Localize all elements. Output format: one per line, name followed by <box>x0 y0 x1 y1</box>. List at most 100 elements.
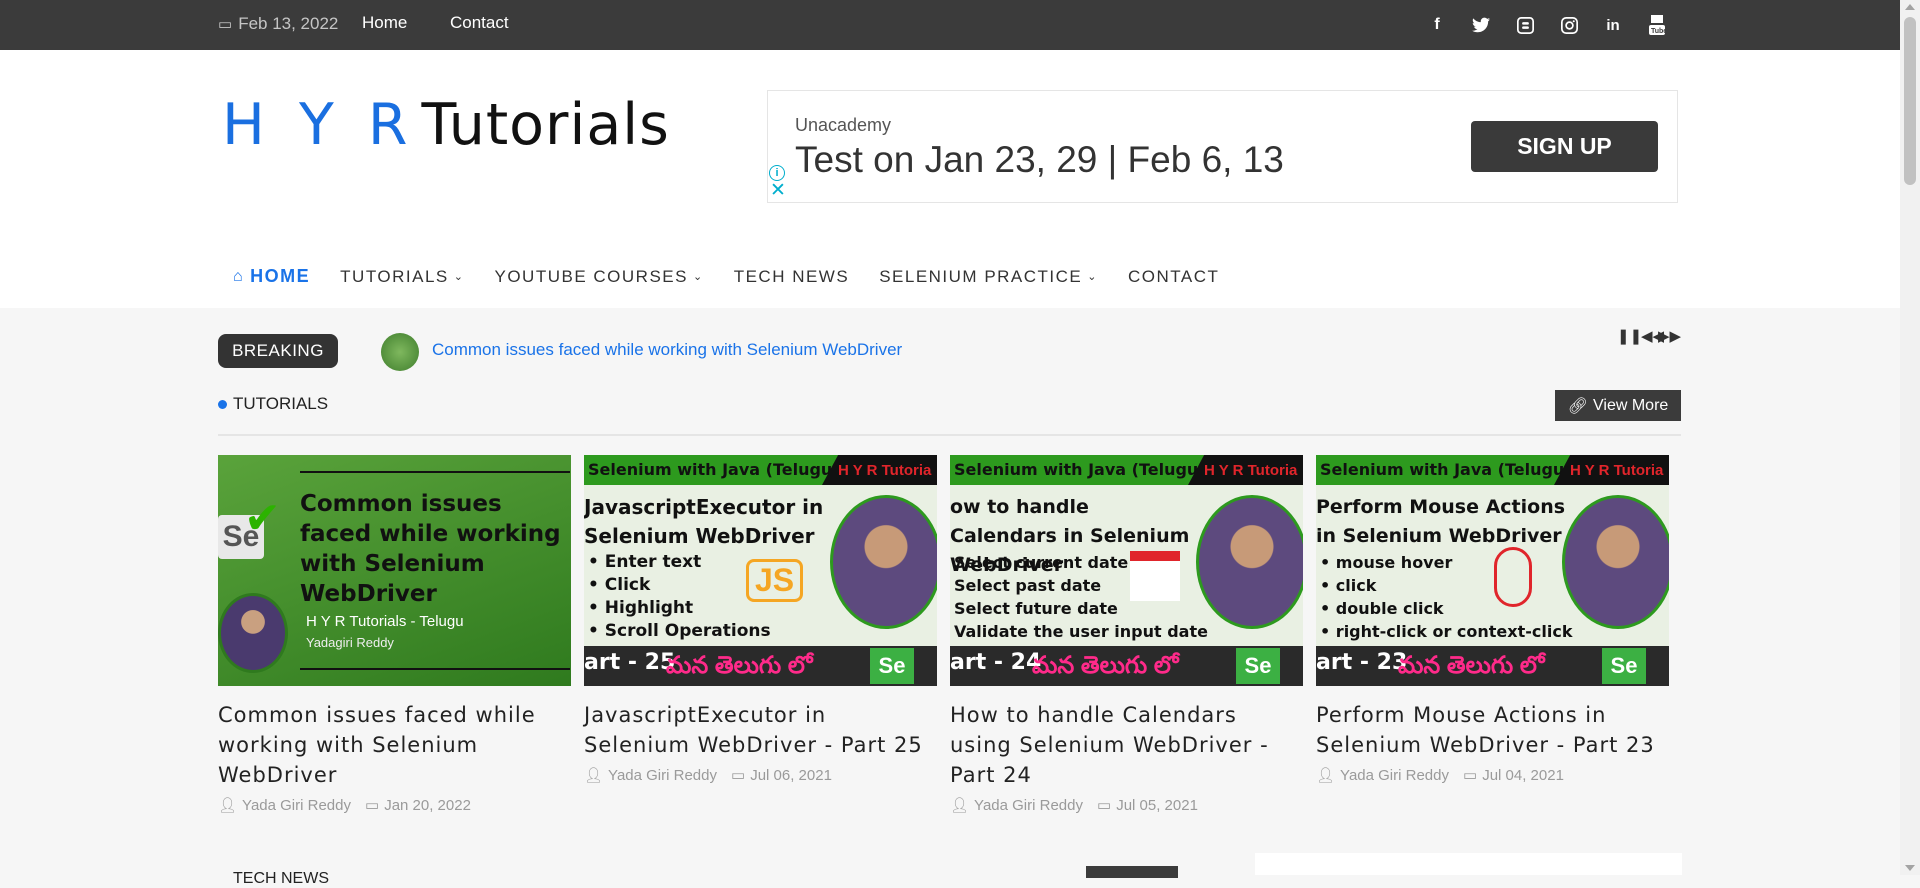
thumb-title: Common issues faced while working with S… <box>300 491 561 607</box>
instagram-icon[interactable] <box>1558 14 1580 36</box>
post-author[interactable]: 👤︎ Yada Giri Reddy <box>584 766 717 785</box>
ad-brand: Unacademy <box>795 115 892 135</box>
logo-tutorials: Tutorials <box>421 92 670 158</box>
selenium-badge: Se <box>1602 648 1646 684</box>
blogger-icon[interactable] <box>1514 14 1536 36</box>
telugu-label: మన తెలుగు లో <box>666 652 813 679</box>
author-name: Yada Giri Reddy <box>242 796 351 814</box>
facebook-icon[interactable]: f <box>1426 14 1448 36</box>
part-label: art - 23 <box>1316 650 1408 675</box>
pause-icon[interactable]: ❚❚ <box>1617 327 1642 345</box>
next-icon[interactable]: ▶▶ <box>1658 327 1681 345</box>
bullet-item: • Enter text <box>588 552 702 572</box>
scroll-down-icon[interactable] <box>1905 865 1915 871</box>
nav-item-contact[interactable]: CONTACT <box>1128 267 1219 287</box>
post-title[interactable]: How to handle Calendars using Selenium W… <box>950 700 1303 790</box>
nav-label: SELENIUM PRACTICE <box>879 266 1083 286</box>
calendar-icon: ▭ <box>365 797 380 814</box>
topbar-contact-link[interactable]: Contact <box>450 13 509 33</box>
part-label: art - 25 <box>584 650 676 675</box>
page-scrollbar[interactable] <box>1900 0 1920 875</box>
ad-info-icon[interactable]: i <box>769 165 785 181</box>
ticker-headline-link[interactable]: Common issues faced while working with S… <box>432 340 902 360</box>
bullet-item: • mouse hover <box>1320 553 1453 572</box>
site-logo[interactable]: H Y R Tutorials <box>222 92 670 158</box>
check-icon: ✔ <box>244 494 281 543</box>
nav-label: TUTORIALS <box>340 266 449 286</box>
youtube-icon[interactable]: Tube <box>1646 14 1668 36</box>
post-meta: 👤︎ Yada Giri Reddy ▭ Jul 05, 2021 <box>950 796 1303 815</box>
nav-item-tutorials[interactable]: TUTORIALS ⌄ <box>340 267 464 287</box>
ad-signup-button[interactable]: SIGN UP <box>1471 121 1658 172</box>
band-left: Selenium with Java (Telugu) <box>588 460 840 479</box>
user-icon: 👤︎ <box>950 797 970 814</box>
thumb-author: Yadagiri Reddy <box>306 635 394 650</box>
section-title-text: TECH NEWS <box>233 870 329 887</box>
post-meta: 👤︎ Yada Giri Reddy ▭ Jan 20, 2022 <box>218 796 571 815</box>
author-name: Yada Giri Reddy <box>974 796 1083 814</box>
view-more-button[interactable]: 🔗︎ View More <box>1555 390 1681 421</box>
bullet-item: • Scroll Operations <box>588 621 771 641</box>
topbar-home-link[interactable]: Home <box>362 13 407 33</box>
post-thumbnail[interactable]: Se ✔ Common issues faced while working w… <box>218 455 571 686</box>
post-title[interactable]: Common issues faced while working with S… <box>218 700 571 790</box>
selenium-badge: Se <box>1236 648 1280 684</box>
chevron-down-icon: ⌄ <box>453 271 465 283</box>
thumb-footer: art - 23 మన తెలుగు లో Se <box>1316 646 1669 686</box>
post-title[interactable]: Perform Mouse Actions in Selenium WebDri… <box>1316 700 1669 760</box>
post-author[interactable]: 👤︎ Yada Giri Reddy <box>1316 766 1449 785</box>
ad-banner[interactable]: Unacademy Test on Jan 23, 29 | Feb 6, 13… <box>767 90 1678 203</box>
post-card: Selenium with Java (Telugu) H Y R Tutori… <box>950 455 1303 814</box>
top-bar: ▭ Feb 13, 2022 Home Contact f in Tube <box>0 0 1900 50</box>
calendar-icon: ▭ <box>218 16 233 33</box>
svg-text:Tube: Tube <box>1651 28 1665 35</box>
post-meta: 👤︎ Yada Giri Reddy ▭ Jul 04, 2021 <box>1316 766 1669 785</box>
scroll-up-icon[interactable] <box>1905 4 1915 10</box>
nav-label: YOUTUBE COURSES <box>494 266 688 286</box>
linkedin-icon[interactable]: in <box>1602 14 1624 36</box>
ticker-thumbnail[interactable] <box>381 333 419 371</box>
post-card: Selenium with Java (Telugu) H Y R Tutori… <box>1316 455 1669 784</box>
nav-item-tech-news[interactable]: TECH NEWS <box>734 267 850 287</box>
post-thumbnail[interactable]: Selenium with Java (Telugu) H Y R Tutori… <box>950 455 1303 686</box>
view-more-button[interactable] <box>1086 866 1178 878</box>
nav-item-home[interactable]: ⌂ HOME <box>233 266 310 287</box>
chevron-down-icon: ⌄ <box>1087 271 1098 283</box>
telugu-label: మన తెలుగు లో <box>1398 652 1545 679</box>
post-author[interactable]: 👤︎ Yada Giri Reddy <box>218 796 351 815</box>
bullet-dot <box>218 399 227 409</box>
post-date: ▭ Jul 05, 2021 <box>1097 796 1198 815</box>
thumb-title: JavascriptExecutor in Selenium WebDriver <box>584 495 824 548</box>
nav-label: TECH NEWS <box>733 266 850 286</box>
twitter-icon[interactable] <box>1470 14 1492 36</box>
thumb-rule <box>300 471 570 473</box>
bullet-item: • Highlight <box>588 598 694 618</box>
ad-headline: Test on Jan 23, 29 | Feb 6, 13 <box>795 139 1284 180</box>
date-text: Jul 04, 2021 <box>1482 766 1564 784</box>
author-name: Yada Giri Reddy <box>608 766 717 784</box>
bullet-item: • Click <box>588 575 651 595</box>
thumb-band: Selenium with Java (Telugu) H Y R Tutori… <box>950 455 1303 485</box>
javascript-icon: JS <box>746 559 804 602</box>
date-text: Jul 06, 2021 <box>750 766 832 784</box>
part-label: art - 24 <box>950 650 1042 675</box>
author-photo <box>218 593 288 673</box>
post-thumbnail[interactable]: Selenium with Java (Telugu) H Y R Tutori… <box>584 455 937 686</box>
ad-close-icon[interactable]: ✕ <box>770 181 786 200</box>
bullet-item: Validate the user input date <box>954 622 1208 641</box>
post-author[interactable]: 👤︎ Yada Giri Reddy <box>950 796 1083 815</box>
main-nav: ⌂ HOME TUTORIALS ⌄ YOUTUBE COURSES ⌄ TEC… <box>233 266 1249 287</box>
section-divider <box>218 434 1681 436</box>
post-title[interactable]: JavascriptExecutor in Selenium WebDriver… <box>584 700 937 760</box>
post-card: Se ✔ Common issues faced while working w… <box>218 455 571 814</box>
nav-item-selenium-practice[interactable]: SELENIUM PRACTICE ⌄ <box>879 267 1098 287</box>
scrollbar-thumb[interactable] <box>1904 17 1916 185</box>
post-card: Selenium with Java (Telugu) H Y R Tutori… <box>584 455 937 784</box>
post-thumbnail[interactable]: Selenium with Java (Telugu) H Y R Tutori… <box>1316 455 1669 686</box>
thumb-bullets: • mouse hover • click • double click • r… <box>1320 551 1572 643</box>
tech-news-section: TECH NEWS <box>218 862 1213 887</box>
band-left: Selenium with Java (Telugu) <box>1320 460 1572 479</box>
nav-item-youtube-courses[interactable]: YOUTUBE COURSES ⌄ <box>494 267 703 287</box>
section-title-text: TUTORIALS <box>233 394 329 413</box>
post-meta: 👤︎ Yada Giri Reddy ▭ Jul 06, 2021 <box>584 766 937 785</box>
